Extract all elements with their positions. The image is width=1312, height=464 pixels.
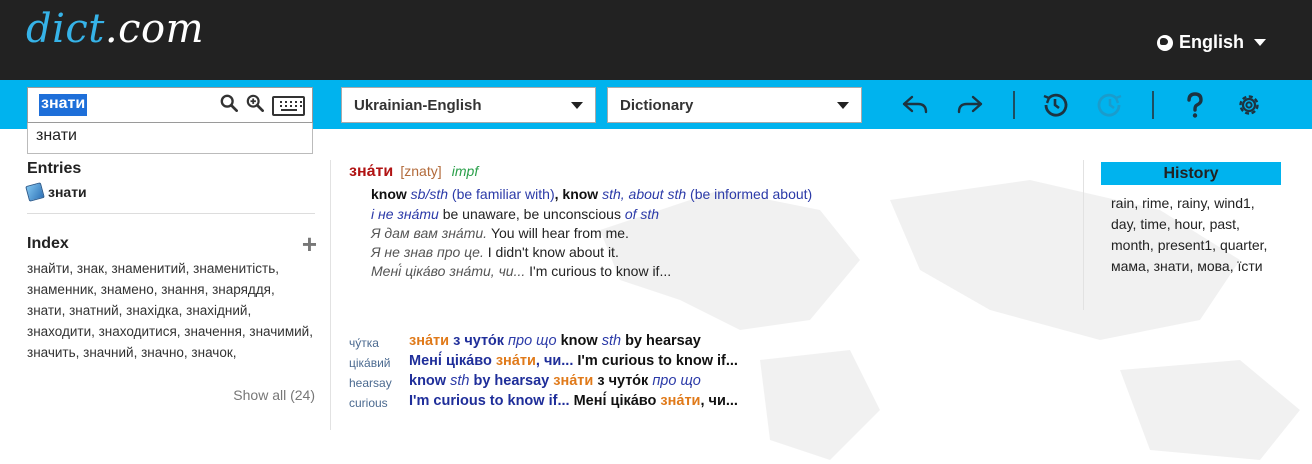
phrase-text: I'm curious to know if... Мені́ ціка́во … bbox=[409, 393, 738, 409]
object-hint: sb/sth bbox=[410, 186, 449, 202]
chevron-down-icon bbox=[1254, 39, 1266, 46]
book-icon bbox=[25, 182, 45, 202]
phrase-key: curious bbox=[349, 396, 388, 410]
language-pair-value: Ukrainian-English bbox=[354, 97, 482, 114]
headword: зна́ти bbox=[349, 163, 394, 180]
logo-part-com: .com bbox=[104, 6, 205, 52]
example-line: Мені́ ціка́во зна́ти, чи... I'm curious … bbox=[371, 262, 1091, 282]
language-label: English bbox=[1178, 32, 1244, 52]
example-translation: I'm curious to know if... bbox=[529, 263, 672, 279]
zoom-in-icon[interactable] bbox=[246, 94, 264, 112]
entry-label: знати bbox=[48, 184, 87, 200]
entries-heading: Entries bbox=[27, 160, 82, 177]
help-icon[interactable] bbox=[1180, 90, 1210, 120]
entry-item[interactable]: знати bbox=[25, 182, 317, 202]
example-line: Я дам вам зна́ти. You will hear from me. bbox=[371, 224, 1091, 244]
search-suggestion[interactable]: знати bbox=[27, 123, 313, 154]
example-source: і не зна́ти bbox=[371, 206, 439, 222]
plus-icon[interactable]: + bbox=[302, 231, 317, 257]
index-heading: Index bbox=[27, 235, 69, 252]
translation[interactable]: know bbox=[371, 186, 407, 202]
top-header: dict.com English bbox=[0, 0, 1312, 80]
example-translation: You will hear from me. bbox=[490, 225, 629, 241]
search-input[interactable]: знати bbox=[39, 94, 88, 116]
chevron-down-icon bbox=[571, 102, 583, 109]
keyboard-icon[interactable] bbox=[272, 96, 305, 116]
example-source: Я дам вам зна́ти. bbox=[371, 225, 488, 241]
phrase-key: ціка́вий bbox=[349, 356, 391, 370]
transliteration: [znaty] bbox=[400, 163, 442, 179]
index-list[interactable]: знайти, знак, знаменитий, знаменитість, … bbox=[27, 258, 315, 363]
site-logo[interactable]: dict.com bbox=[26, 6, 204, 52]
phrase-key: чу́тка bbox=[349, 336, 379, 350]
column-divider bbox=[330, 160, 331, 430]
chevron-down-icon bbox=[837, 102, 849, 109]
object-hint: of sth bbox=[624, 206, 660, 222]
headword-line: зна́ти [znaty] impf bbox=[349, 163, 478, 181]
sense-note: (be familiar with) bbox=[451, 186, 555, 202]
example-line: і не зна́ти be unaware, be unconscious o… bbox=[371, 205, 1091, 225]
index-header: Index + bbox=[27, 231, 317, 257]
refresh-icon[interactable] bbox=[1095, 90, 1125, 120]
sense-note: (be informed about) bbox=[690, 186, 813, 202]
toolbar-divider bbox=[1013, 91, 1015, 119]
example-source: Мені́ ціка́во зна́ти, чи... bbox=[371, 263, 526, 279]
entry-main: зна́ти [znaty] impf bbox=[349, 163, 478, 181]
mode-value: Dictionary bbox=[620, 97, 694, 114]
language-selector[interactable]: English bbox=[1156, 32, 1266, 53]
redo-icon[interactable] bbox=[955, 90, 985, 120]
divider bbox=[27, 213, 315, 214]
settings-icon[interactable] bbox=[1234, 90, 1264, 120]
toolbar-divider bbox=[1152, 91, 1154, 119]
example-source: Я не знав про це. bbox=[371, 244, 484, 260]
phrase-text: зна́ти з чуто́к про що know sth by hears… bbox=[409, 333, 701, 349]
globe-icon bbox=[1156, 34, 1173, 51]
example-line: Я не знав про це. I didn't know about it… bbox=[371, 243, 1091, 263]
example-translation: I didn't know about it. bbox=[487, 244, 619, 260]
translation[interactable]: know bbox=[562, 186, 598, 202]
show-all-link[interactable]: Show all (24) bbox=[27, 387, 315, 403]
mode-select[interactable]: Dictionary bbox=[607, 87, 862, 123]
object-hint: sth, about sth bbox=[602, 186, 687, 202]
undo-icon[interactable] bbox=[900, 90, 930, 120]
history-list[interactable]: rain, rime, rainy, wind1, day, time, hou… bbox=[1111, 193, 1279, 277]
search-icon[interactable] bbox=[220, 94, 238, 112]
example-translation: be unaware, be unconscious bbox=[442, 206, 621, 222]
phrase-key: hearsay bbox=[349, 376, 392, 390]
logo-part-dict: dict bbox=[26, 6, 105, 52]
history-icon[interactable] bbox=[1040, 90, 1070, 120]
language-pair-select[interactable]: Ukrainian-English bbox=[341, 87, 596, 123]
phrase-text: know sth by hearsay зна́ти з чуто́к про … bbox=[409, 373, 701, 389]
sense-line: know sb/sth (be familiar with), know sth… bbox=[371, 185, 1091, 205]
search-box: знати bbox=[27, 87, 313, 123]
phrase-text: Мені́ ціка́во зна́ти, чи... I'm curious … bbox=[409, 353, 738, 369]
history-heading: History bbox=[1101, 162, 1281, 185]
part-of-speech: impf bbox=[451, 163, 479, 179]
left-panel: Entries знати Index + знайти, знак, знам… bbox=[25, 160, 317, 363]
